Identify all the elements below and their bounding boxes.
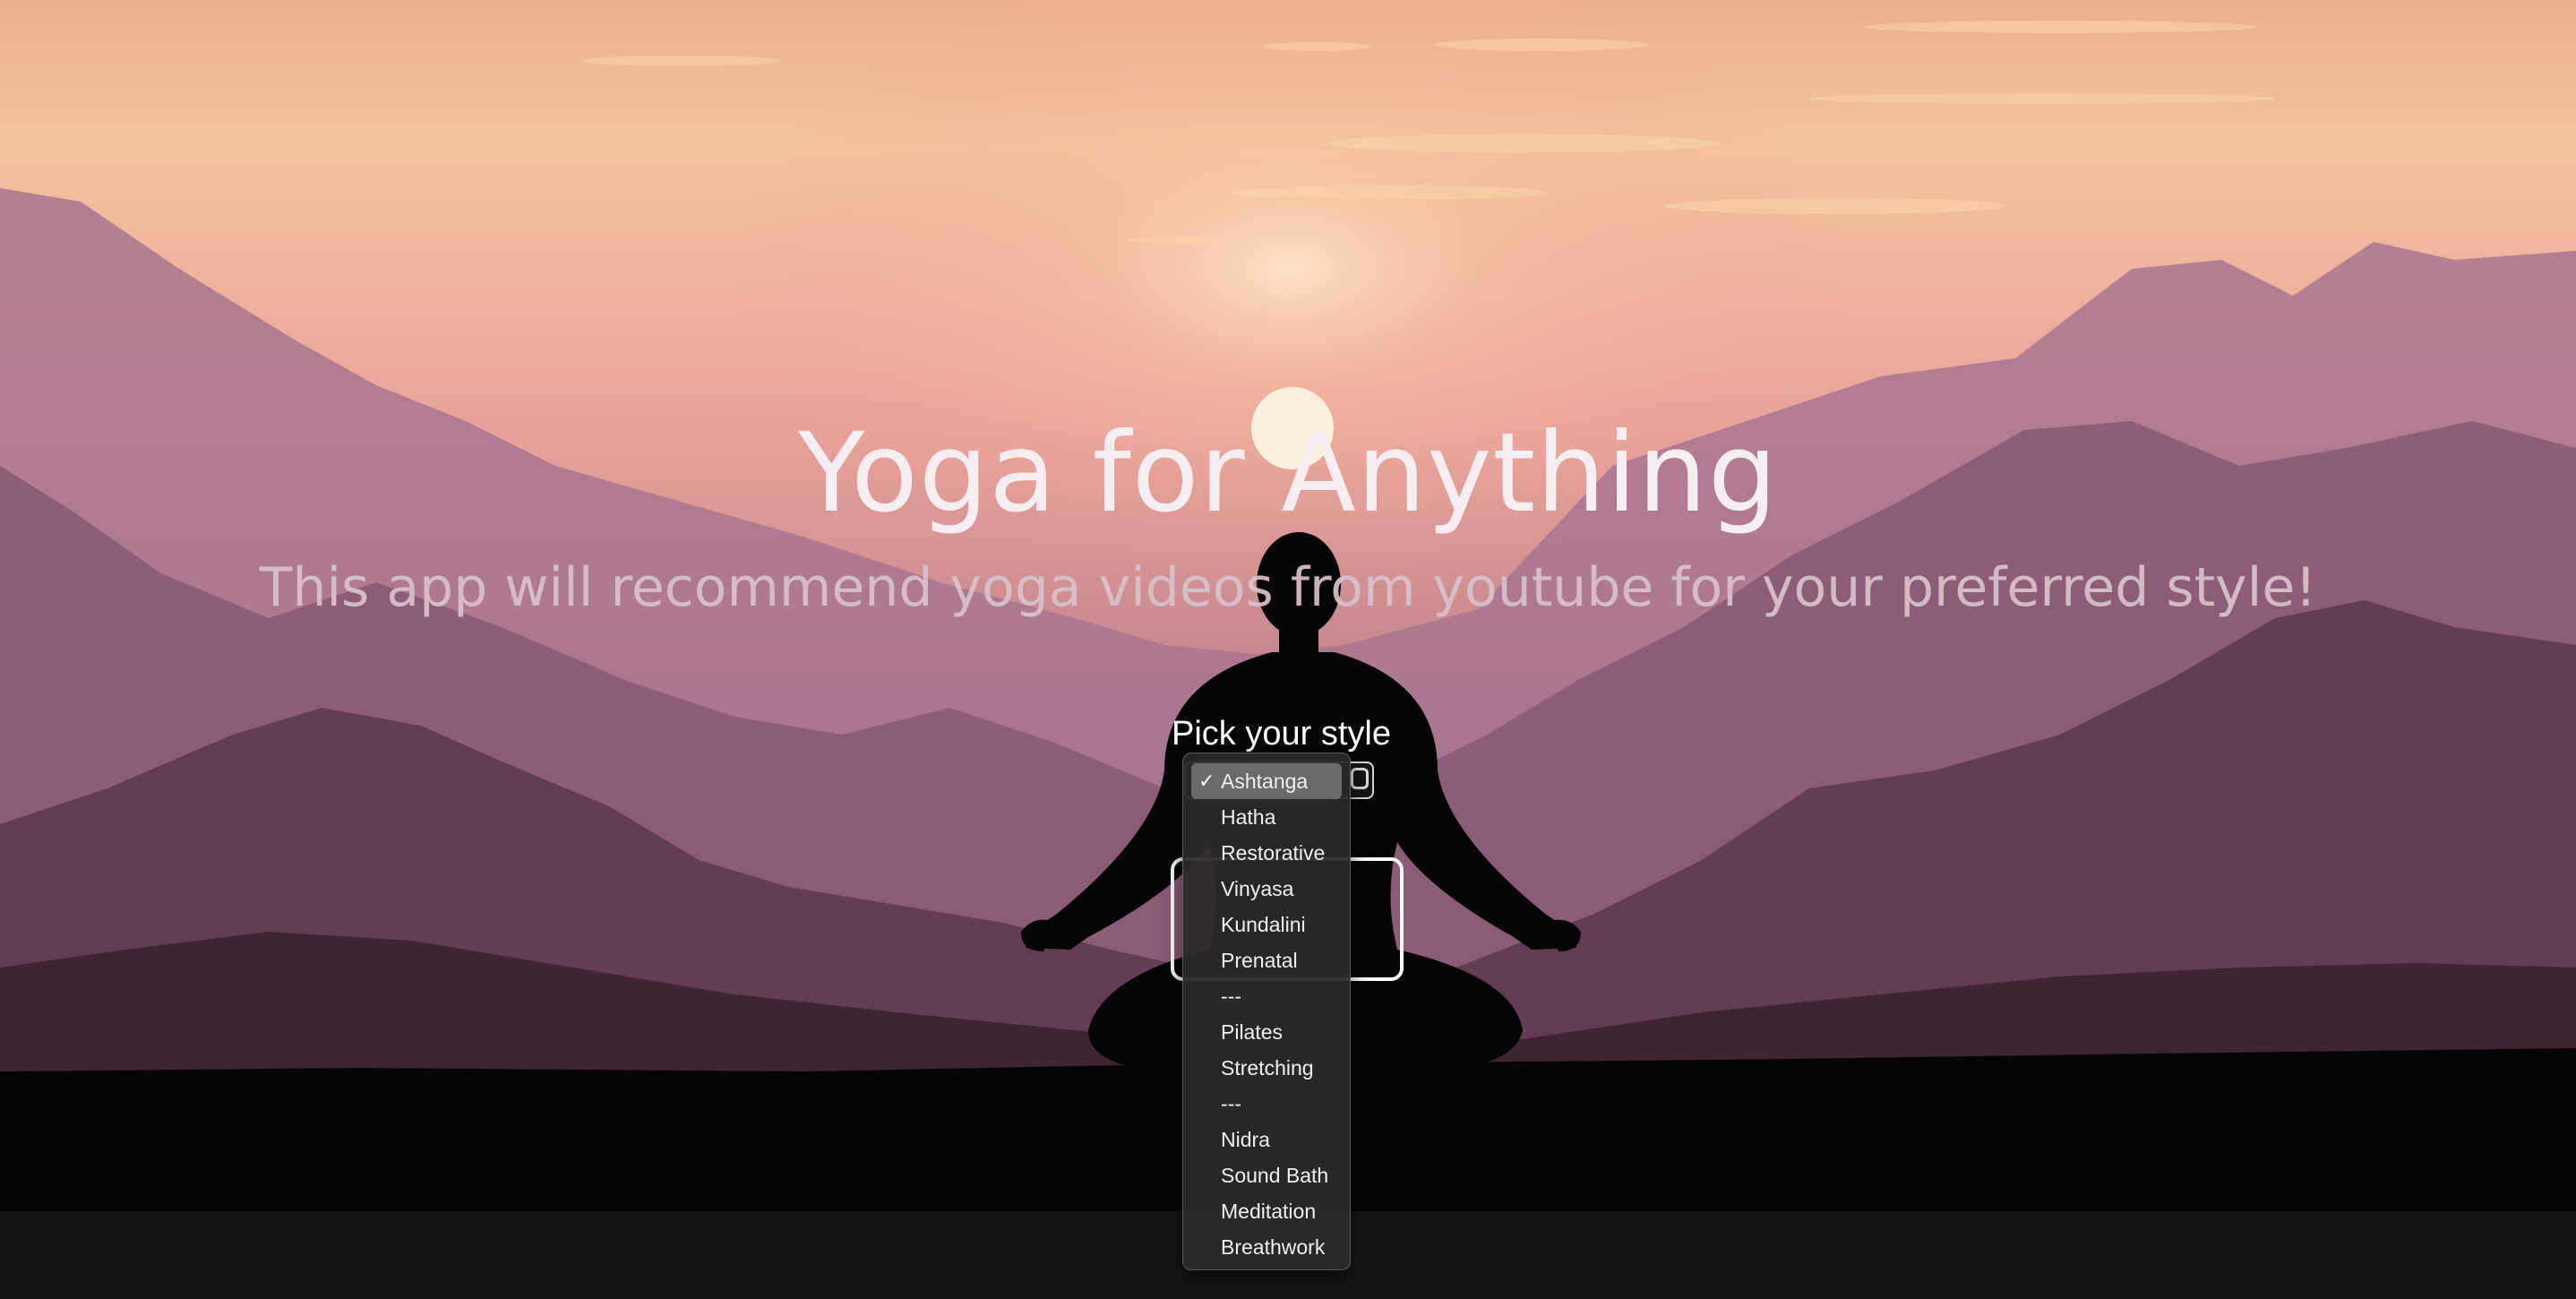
dropdown-option[interactable]: Kundalini xyxy=(1191,907,1342,942)
dropdown-option-label: Sound Bath xyxy=(1221,1164,1329,1187)
page-subtitle: This app will recommend yoga videos from… xyxy=(259,556,2317,619)
dropdown-separator: --- xyxy=(1191,1086,1342,1122)
dropdown-separator: --- xyxy=(1191,978,1342,1014)
dropdown-option-label: Stretching xyxy=(1221,1056,1314,1080)
dropdown-option-label: Restorative xyxy=(1221,841,1326,865)
dropdown-option-label: Prenatal xyxy=(1221,949,1298,972)
dropdown-option[interactable]: Sound Bath xyxy=(1191,1157,1342,1193)
chevron-updown-icon[interactable] xyxy=(1351,768,1369,789)
dropdown-option-label: Hatha xyxy=(1221,805,1276,829)
dropdown-option-label: Meditation xyxy=(1221,1200,1317,1223)
dropdown-option[interactable]: Meditation xyxy=(1191,1193,1342,1229)
dropdown-option-label: Ashtanga xyxy=(1221,770,1309,793)
dropdown-option-label: Kundalini xyxy=(1221,913,1306,936)
dropdown-option-label: Pilates xyxy=(1221,1020,1284,1044)
check-icon: ✓ xyxy=(1198,770,1215,792)
dropdown-option-label: Nidra xyxy=(1221,1128,1270,1151)
app-page: Yoga for Anything This app will recommen… xyxy=(0,0,2576,1299)
style-picker-label: Pick your style xyxy=(1172,715,1391,753)
dropdown-option[interactable]: Stretching xyxy=(1191,1050,1342,1086)
dropdown-option[interactable]: Vinyasa xyxy=(1191,871,1342,907)
style-dropdown-menu[interactable]: ✓ Ashtanga Hatha Restorative Vinyasa Kun… xyxy=(1182,753,1351,1270)
dropdown-option[interactable]: ✓ Ashtanga xyxy=(1191,763,1342,799)
dropdown-option[interactable]: Restorative xyxy=(1191,835,1342,871)
dropdown-option-label: Vinyasa xyxy=(1221,877,1294,900)
dropdown-option[interactable]: Pilates xyxy=(1191,1014,1342,1050)
dropdown-separator-label: --- xyxy=(1221,1092,1241,1115)
dropdown-option[interactable]: Breathwork xyxy=(1191,1229,1342,1265)
dropdown-option-label: Breathwork xyxy=(1221,1235,1326,1259)
dropdown-option[interactable]: Hatha xyxy=(1191,799,1342,835)
dropdown-separator-label: --- xyxy=(1221,985,1241,1008)
dropdown-option[interactable]: Nidra xyxy=(1191,1122,1342,1157)
dropdown-option[interactable]: Prenatal xyxy=(1191,942,1342,978)
page-title: Yoga for Anything xyxy=(797,409,1779,537)
